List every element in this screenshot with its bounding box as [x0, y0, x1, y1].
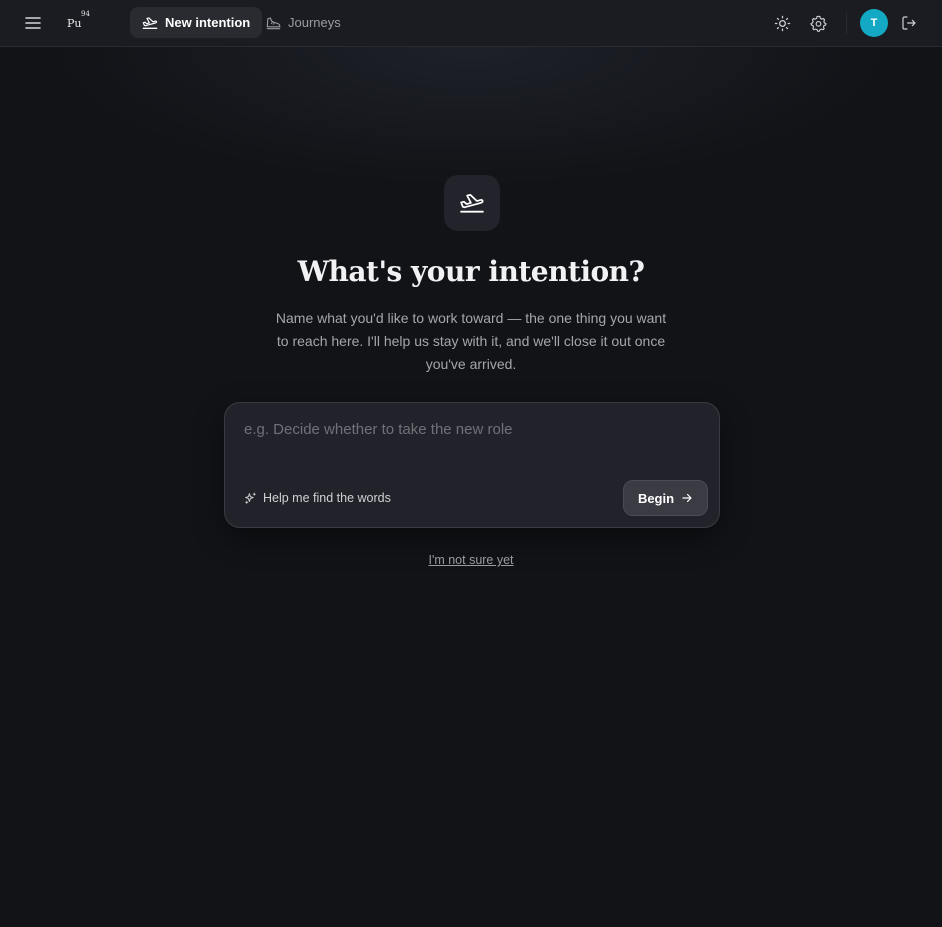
avatar[interactable]: T	[860, 9, 888, 37]
tab-journeys-label: Journeys	[288, 15, 341, 30]
sun-icon	[774, 15, 790, 31]
app-logo[interactable]: Pu 94	[67, 10, 97, 36]
logo-number: 94	[81, 10, 90, 18]
hero-icon-tile	[444, 175, 500, 231]
plane-takeoff-icon	[142, 16, 158, 29]
help-find-words-button[interactable]: Help me find the words	[244, 489, 391, 507]
tab-new-intention-label: New intention	[165, 15, 251, 30]
plane-takeoff-icon	[460, 194, 484, 213]
logo-symbol: Pu	[67, 17, 82, 30]
sparkles-icon	[245, 492, 256, 504]
header-divider	[846, 12, 847, 34]
gear-icon	[809, 15, 827, 32]
page-subtitle: Name what you'd like to work toward — th…	[275, 310, 667, 372]
page-title: What's your intention?	[297, 255, 645, 288]
logout-icon	[902, 16, 916, 30]
tab-journeys[interactable]: Journeys	[254, 7, 353, 38]
logout-button[interactable]	[895, 9, 923, 37]
settings-button[interactable]	[804, 9, 832, 37]
not-sure-link-row: I'm not sure yet	[0, 553, 942, 567]
shoe-icon	[266, 16, 281, 29]
not-sure-link[interactable]: I'm not sure yet	[428, 553, 513, 567]
menu-icon	[25, 17, 41, 29]
begin-label: Begin	[637, 490, 675, 506]
help-find-words-label: Help me find the words	[263, 491, 391, 505]
tab-new-intention[interactable]: New intention	[130, 7, 263, 38]
intention-composer: Help me find the words Begin	[224, 402, 720, 528]
intention-input[interactable]	[244, 421, 704, 461]
top-bar: Pu 94 New intention Journeys T	[0, 0, 942, 47]
avatar-initial: T	[870, 17, 878, 29]
theme-toggle-button[interactable]	[768, 9, 796, 37]
arrow-right-icon	[682, 493, 692, 503]
begin-button[interactable]: Begin	[623, 480, 708, 516]
menu-button[interactable]	[19, 9, 47, 37]
